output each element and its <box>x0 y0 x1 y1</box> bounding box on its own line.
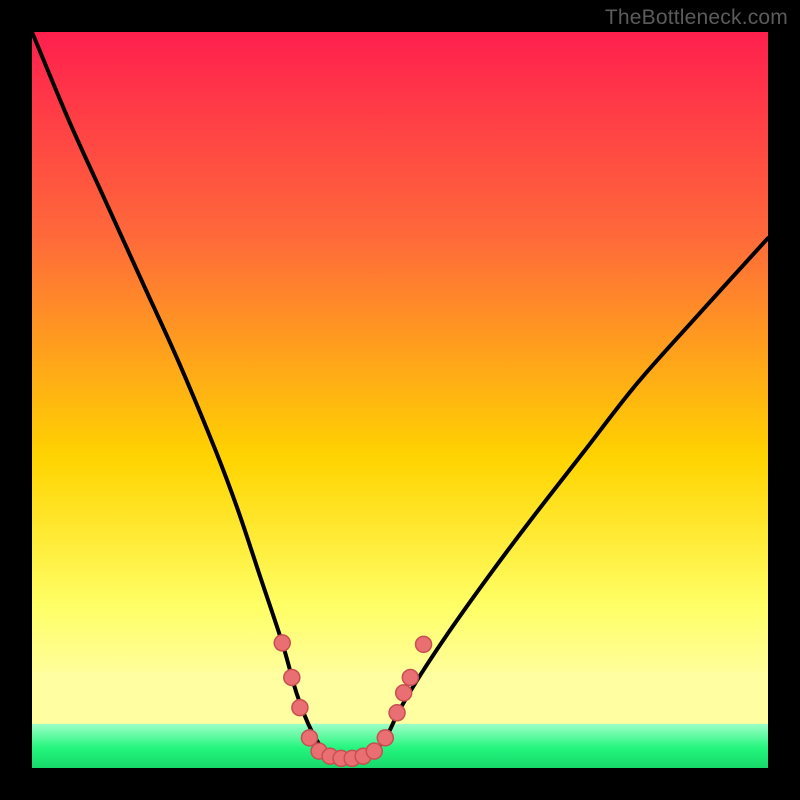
marker-dot <box>366 743 382 759</box>
marker-dot <box>292 700 308 716</box>
marker-dot <box>284 669 300 685</box>
marker-dot <box>416 636 432 652</box>
marker-dot <box>402 669 418 685</box>
gradient-background <box>32 32 768 768</box>
marker-dot <box>396 685 412 701</box>
marker-dot <box>389 705 405 721</box>
green-band <box>32 724 768 768</box>
marker-dot <box>377 730 393 746</box>
bottleneck-chart <box>0 0 800 800</box>
watermark-text: TheBottleneck.com <box>605 6 788 30</box>
marker-dot <box>274 635 290 651</box>
plot-area <box>32 32 768 768</box>
chart-stage: TheBottleneck.com <box>0 0 800 800</box>
